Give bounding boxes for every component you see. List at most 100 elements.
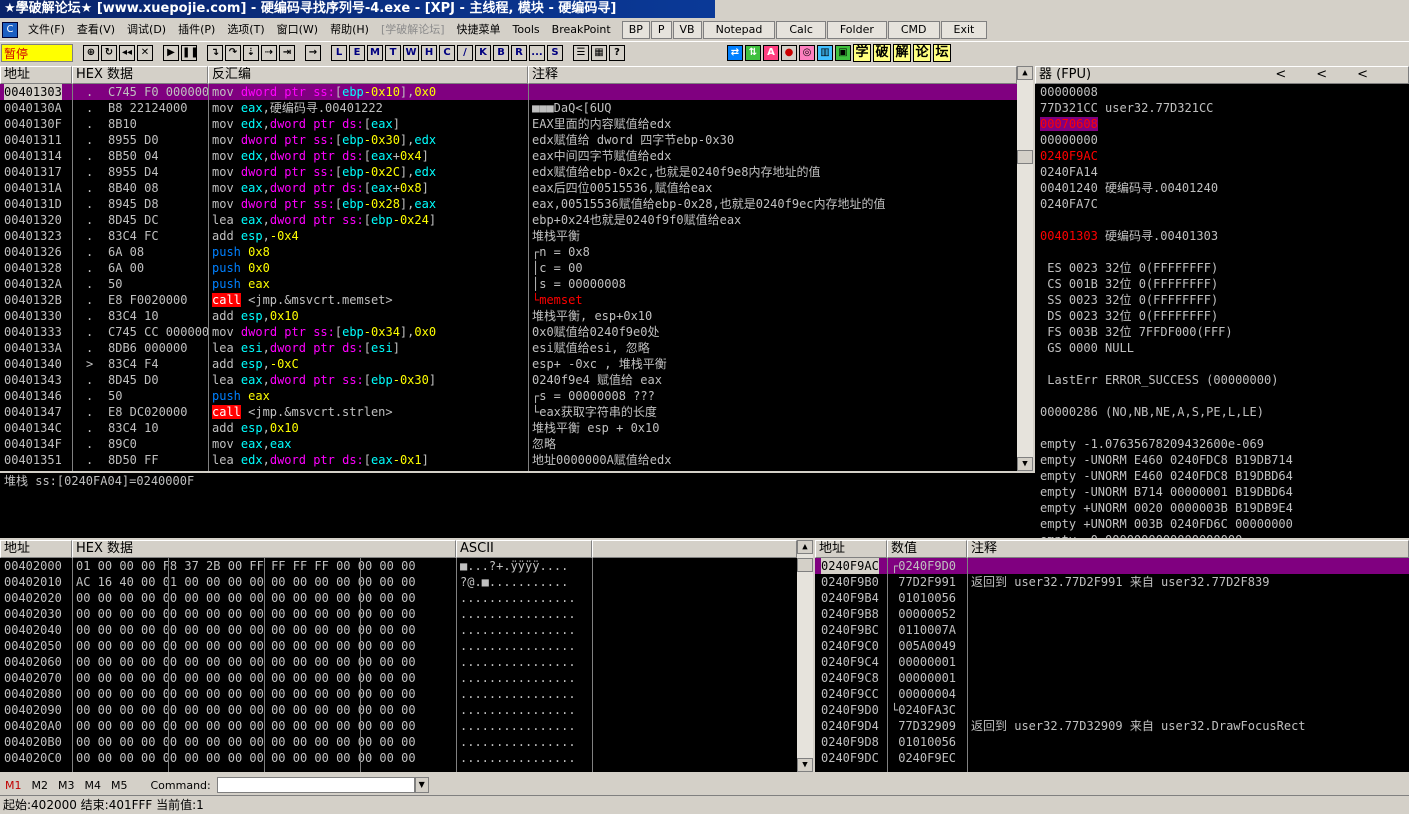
refresh-icon[interactable]: ⇄ bbox=[727, 44, 743, 61]
disasm-row[interactable]: 00401303. C745 F0 000000 mov dword ptr ss:… bbox=[0, 84, 1017, 100]
trace-over-icon[interactable]: ⇢ bbox=[261, 44, 277, 61]
disasm-row[interactable]: 00401317. 8955 D4 mov dword ptr ss:[ebp-0x… bbox=[0, 164, 1017, 180]
forum-button[interactable]: 论 bbox=[913, 43, 931, 62]
register-line[interactable] bbox=[1040, 212, 1409, 228]
menu-button[interactable]: Folder bbox=[826, 21, 887, 39]
register-line[interactable]: 0240FA14 bbox=[1040, 164, 1409, 180]
register-line[interactable]: CS 001B 32位 0(FFFFFFFF) bbox=[1040, 276, 1409, 292]
forum-button[interactable]: 解 bbox=[893, 43, 911, 62]
disasm-row[interactable]: 0040133A. 8DB6 000000 lea esi,dword ptr ds… bbox=[0, 340, 1017, 356]
dump-row[interactable]: 00402060 00 00 00 00 00 00 00 00 00 00 00… bbox=[0, 654, 797, 670]
menu-item[interactable]: 帮助(H) bbox=[324, 20, 375, 40]
register-line[interactable]: empty -UNORM E460 0240FDC8 B19DBD64 bbox=[1040, 468, 1409, 484]
menu-button[interactable]: CMD bbox=[887, 21, 940, 39]
dump-row[interactable]: 00402040 00 00 00 00 00 00 00 00 00 00 00… bbox=[0, 622, 797, 638]
memory-dump-pane[interactable]: 00402000 01 00 00 00 F8 37 2B 00 FF FF FF… bbox=[0, 558, 797, 772]
register-line[interactable]: 00000008 bbox=[1040, 84, 1409, 100]
registers-nav[interactable]: <<< bbox=[1275, 67, 1398, 83]
dump-row[interactable]: 00402080 00 00 00 00 00 00 00 00 00 00 00… bbox=[0, 686, 797, 702]
stack-col-address[interactable]: 地址 bbox=[815, 540, 887, 558]
command-input[interactable] bbox=[216, 777, 415, 793]
menu-item[interactable]: 调试(D) bbox=[121, 20, 172, 40]
register-line[interactable]: SS 0023 32位 0(FFFFFFFF) bbox=[1040, 292, 1409, 308]
register-line[interactable]: empty -UNORM E460 0240FDC8 B19DB714 bbox=[1040, 452, 1409, 468]
register-line[interactable]: GS 0000 NULL bbox=[1040, 340, 1409, 356]
menu-item[interactable]: [学破解论坛] bbox=[375, 20, 451, 40]
disasm-row[interactable]: 00401311. 8955 D0 mov dword ptr ss:[ebp-0x… bbox=[0, 132, 1017, 148]
stack-row[interactable]: 0240F9C4 00000001 bbox=[815, 654, 1409, 670]
register-line[interactable]: empty -UNORM B714 00000001 B19DBD64 bbox=[1040, 484, 1409, 500]
pause-icon[interactable]: ❚❚ bbox=[181, 44, 197, 61]
disasm-scrollbar[interactable]: ▲ ▼ bbox=[1017, 66, 1033, 471]
memory-tab-m2[interactable]: M2 bbox=[27, 779, 54, 792]
memory-tab-m1[interactable]: M1 bbox=[0, 779, 27, 792]
execute-till-return-icon[interactable]: ⇥ bbox=[279, 44, 295, 61]
register-line[interactable]: empty -0.0000000000000000000 bbox=[1040, 532, 1409, 538]
window-button[interactable]: / bbox=[457, 44, 473, 61]
dump-row[interactable]: 004020C0 00 00 00 00 00 00 00 00 00 00 00… bbox=[0, 750, 797, 766]
register-line[interactable]: 77D321CC user32.77D321CC bbox=[1040, 100, 1409, 116]
dump-row[interactable]: 00402030 00 00 00 00 00 00 00 00 00 00 00… bbox=[0, 606, 797, 622]
window-button[interactable]: C bbox=[439, 44, 455, 61]
scroll-down-icon[interactable]: ▼ bbox=[1017, 457, 1033, 471]
disassembly-pane[interactable]: 00401303. C745 F0 000000 mov dword ptr ss:… bbox=[0, 84, 1017, 471]
stack-row[interactable]: 0240F9D4 77D32909 返回到 user32.77D32909 来自 … bbox=[815, 718, 1409, 734]
dump-row[interactable]: 00402020 00 00 00 00 00 00 00 00 00 00 00… bbox=[0, 590, 797, 606]
menu-item[interactable]: 快捷菜单 bbox=[451, 20, 507, 40]
target-icon[interactable]: ◎ bbox=[799, 44, 815, 61]
stack-row[interactable]: 0240F9DC 0240F9EC bbox=[815, 750, 1409, 766]
disasm-row[interactable]: 0040130A. B8 22124000 mov eax,硬编码寻.0040122… bbox=[0, 100, 1017, 116]
menu-item[interactable]: 选项(T) bbox=[221, 20, 270, 40]
disasm-row[interactable]: 0040132A. 50 push eax │s = 00000008 bbox=[0, 276, 1017, 292]
menu-button[interactable]: Exit bbox=[940, 21, 988, 39]
window-button[interactable]: S bbox=[547, 44, 563, 61]
disasm-row[interactable]: 00401340 >83C4 F4 add esp,-0xC esp+ -0xc , … bbox=[0, 356, 1017, 372]
menu-button[interactable]: Notepad bbox=[702, 21, 776, 39]
forum-button[interactable]: 破 bbox=[873, 43, 891, 62]
menu-item[interactable]: 插件(P) bbox=[172, 20, 221, 40]
register-line[interactable]: 00070608 bbox=[1040, 116, 1409, 132]
goto-icon[interactable]: → bbox=[305, 44, 321, 61]
register-line[interactable]: empty +UNORM 003B 0240FD6C 00000000 bbox=[1040, 516, 1409, 532]
disasm-col-hex[interactable]: HEX 数据 bbox=[72, 66, 208, 84]
dump-scrollbar[interactable]: ▲ ▼ bbox=[797, 540, 813, 772]
disasm-row[interactable]: 00401314. 8B50 04 mov edx,dword ptr ds:[ea… bbox=[0, 148, 1017, 164]
menu-item[interactable]: 文件(F) bbox=[22, 20, 71, 40]
record-icon[interactable]: ● bbox=[781, 44, 797, 61]
scroll-thumb[interactable] bbox=[1017, 150, 1033, 164]
registers-pane[interactable]: 00000008 77D321CC user32.77D321CC 00070608… bbox=[1035, 84, 1409, 538]
window-button[interactable]: M bbox=[367, 44, 383, 61]
register-line[interactable]: 00401240 硬编码寻.00401240 bbox=[1040, 180, 1409, 196]
disasm-col-asm[interactable]: 反汇编 bbox=[208, 66, 528, 84]
window-button[interactable]: T bbox=[385, 44, 401, 61]
forum-button[interactable]: 坛 bbox=[933, 43, 951, 62]
help-icon[interactable]: ? bbox=[609, 44, 625, 61]
menu-button[interactable]: VB bbox=[672, 21, 702, 39]
register-line[interactable]: empty +UNORM 0020 0000003B B19DB9E4 bbox=[1040, 500, 1409, 516]
menu-item[interactable]: BreakPoint bbox=[546, 20, 617, 40]
plugin-icon[interactable]: ⇅ bbox=[745, 44, 761, 61]
stack-row[interactable]: 0240F9D0 └0240FA3C bbox=[815, 702, 1409, 718]
options-icon[interactable]: ☰ bbox=[573, 44, 589, 61]
disasm-row[interactable]: 00401347. E8 DC020000 call <jmp.&msvcrt.st… bbox=[0, 404, 1017, 420]
stack-row[interactable]: 0240F9B4 01010056 bbox=[815, 590, 1409, 606]
register-line[interactable]: 0240F9AC bbox=[1040, 148, 1409, 164]
window-button[interactable]: R bbox=[511, 44, 527, 61]
tools-icon[interactable]: ▥ bbox=[817, 44, 833, 61]
analyze-icon[interactable]: A bbox=[763, 44, 779, 61]
window-button[interactable]: W bbox=[403, 44, 419, 61]
disasm-row[interactable]: 00401323. 83C4 FC add esp,-0x4 堆栈平衡 bbox=[0, 228, 1017, 244]
memory-tab-m3[interactable]: M3 bbox=[53, 779, 80, 792]
register-line[interactable]: ES 0023 32位 0(FFFFFFFF) bbox=[1040, 260, 1409, 276]
disasm-row[interactable]: 00401346. 50 push eax ┌s = 00000008 ??? bbox=[0, 388, 1017, 404]
dump-row[interactable]: 00402070 00 00 00 00 00 00 00 00 00 00 00… bbox=[0, 670, 797, 686]
stack-row[interactable]: 0240F9B0 77D2F991 返回到 user32.77D2F991 来自 … bbox=[815, 574, 1409, 590]
dump-col-hex[interactable]: HEX 数据 bbox=[72, 540, 456, 558]
dump-row[interactable]: 00402090 00 00 00 00 00 00 00 00 00 00 00… bbox=[0, 702, 797, 718]
stack-pane[interactable]: 0240F9AC ┌0240F9D0 0240F9B0 77D2F991 返回到 us… bbox=[815, 558, 1409, 772]
register-line[interactable] bbox=[1040, 356, 1409, 372]
window-button[interactable]: K bbox=[475, 44, 491, 61]
menu-item[interactable]: 查看(V) bbox=[71, 20, 121, 40]
register-line[interactable]: DS 0023 32位 0(FFFFFFFF) bbox=[1040, 308, 1409, 324]
stack-row[interactable]: 0240F9C8 00000001 bbox=[815, 670, 1409, 686]
